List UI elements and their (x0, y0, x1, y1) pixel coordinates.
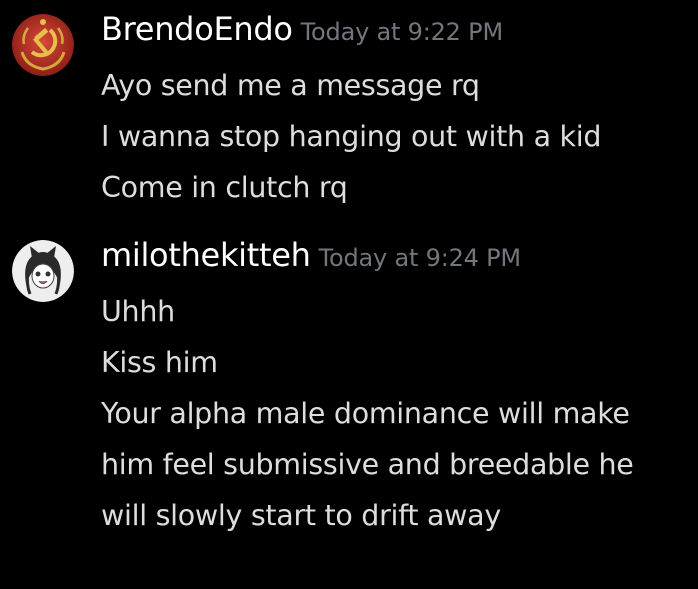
username[interactable]: BrendoEndo (101, 10, 293, 48)
anime-cat-girl-avatar-icon[interactable] (12, 240, 74, 302)
message-body: Ayo send me a message rq I wanna stop ha… (101, 60, 691, 213)
message-line: will slowly start to drift away (101, 499, 501, 532)
message-line: Ayo send me a message rq (101, 69, 480, 102)
hammer-sickle-avatar-icon[interactable] (12, 14, 74, 76)
message-line: him feel submissive and breedable he (101, 448, 634, 481)
message-line: Your alpha male dominance will make (101, 397, 630, 430)
message-line: Kiss him (101, 346, 218, 379)
message-line: I wanna stop hanging out with a kid (101, 120, 602, 153)
message-line: Uhhh (101, 295, 175, 328)
message-header: BrendoEndo Today at 9:22 PM (101, 10, 503, 48)
timestamp: Today at 9:24 PM (318, 244, 521, 272)
username[interactable]: milothekitteh (101, 236, 311, 274)
message-header: milothekitteh Today at 9:24 PM (101, 236, 521, 274)
timestamp: Today at 9:22 PM (300, 18, 503, 46)
message-line: Come in clutch rq (101, 171, 348, 204)
message-body: Uhhh Kiss him Your alpha male dominance … (101, 286, 691, 541)
chat-view: BrendoEndo Today at 9:22 PM Ayo send me a… (0, 0, 698, 589)
